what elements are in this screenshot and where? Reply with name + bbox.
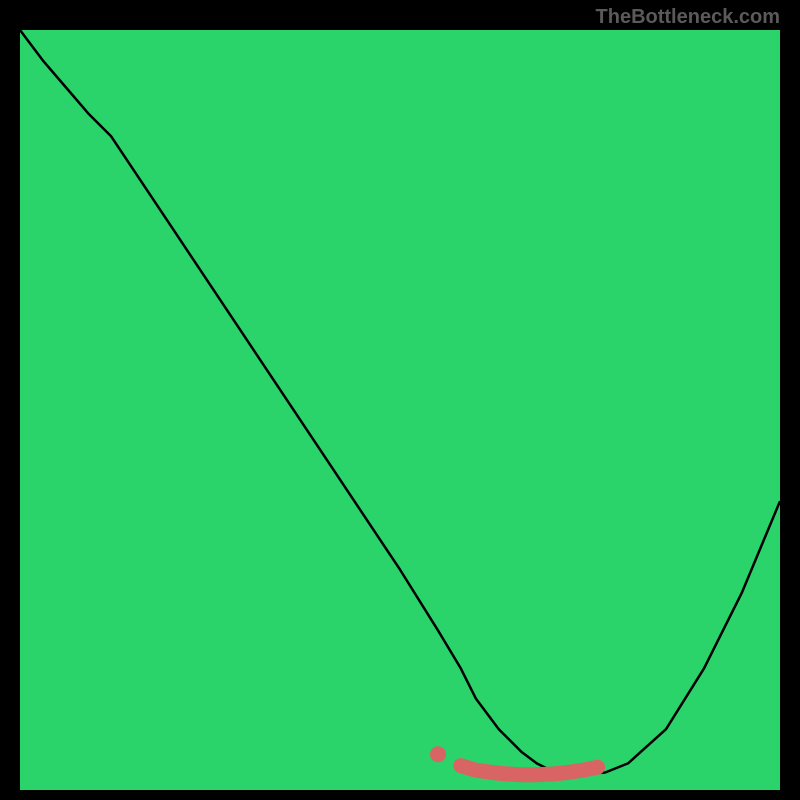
highlight-dot	[430, 746, 446, 762]
chart-background	[20, 30, 780, 790]
watermark-label: TheBottleneck.com	[596, 6, 780, 29]
bottleneck-chart	[20, 30, 780, 790]
chart-svg	[20, 30, 780, 790]
